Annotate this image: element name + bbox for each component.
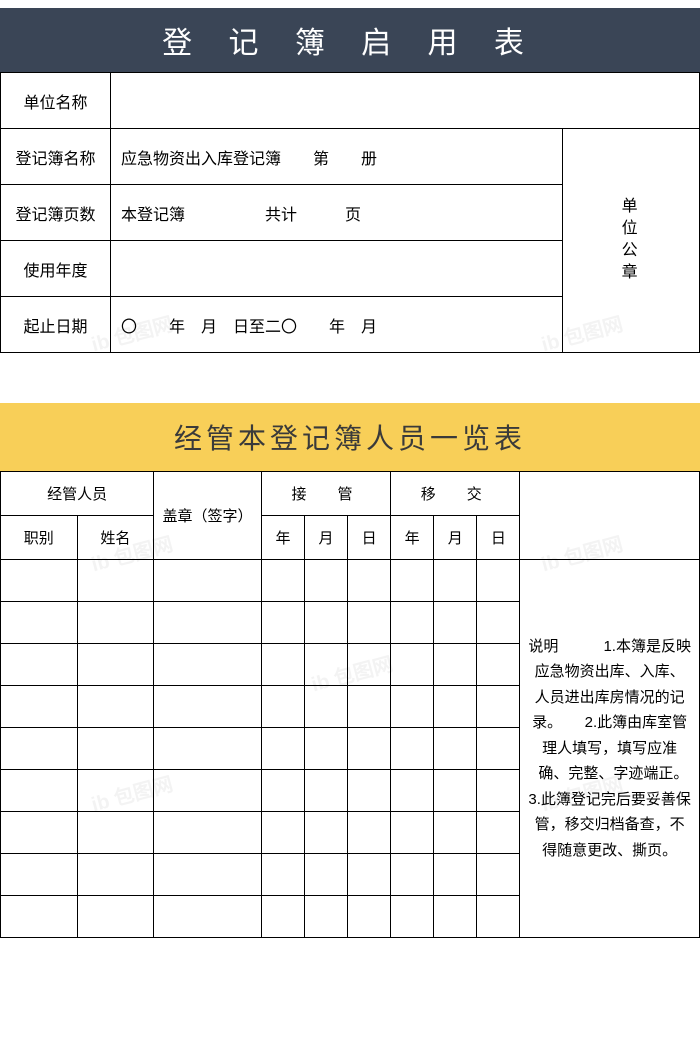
th-t-day: 日 bbox=[348, 516, 391, 560]
staff-table: 经管人员 盖章（签字） 接 管 移 交 职别 姓名 年 月 日 年 月 日 说明… bbox=[0, 471, 700, 938]
notes-label: 说明 bbox=[528, 638, 558, 655]
label-date-range: 起止日期 bbox=[1, 297, 111, 353]
register-open-table: 单位名称 登记簿名称 应急物资出入库登记簿 第 册 单位公章 登记簿页数 本登记… bbox=[0, 72, 700, 353]
th-seal: 盖章（签字） bbox=[154, 472, 262, 560]
th-h-year: 年 bbox=[391, 516, 434, 560]
label-unit-name: 单位名称 bbox=[1, 73, 111, 129]
seal-cell: 单位公章 bbox=[562, 129, 699, 353]
label-page-count: 登记簿页数 bbox=[1, 185, 111, 241]
value-register-name: 应急物资出入库登记簿 第 册 bbox=[111, 129, 563, 185]
register-header: 登 记 簿 启 用 表 bbox=[0, 8, 700, 72]
value-page-count: 本登记簿 共计 页 bbox=[111, 185, 563, 241]
th-handover: 移 交 bbox=[391, 472, 520, 516]
seal-label: 单位公章 bbox=[569, 197, 639, 285]
th-h-day: 日 bbox=[477, 516, 520, 560]
th-takeover: 接 管 bbox=[261, 472, 390, 516]
notes-text: 1.本簿是反映应急物资出库、入库、人员进出库房情况的记录。 2.此簿由库室管理人… bbox=[528, 638, 696, 859]
th-role: 职别 bbox=[1, 516, 78, 560]
value-unit-name bbox=[111, 73, 700, 129]
notes-cell: 说明 1.本簿是反映应急物资出库、入库、人员进出库房情况的记录。 2.此簿由库室… bbox=[520, 560, 700, 938]
register-title: 登 记 簿 启 用 表 bbox=[162, 27, 538, 60]
label-register-name: 登记簿名称 bbox=[1, 129, 111, 185]
th-notes-empty bbox=[520, 472, 700, 560]
th-name: 姓名 bbox=[77, 516, 154, 560]
table-row: 说明 1.本簿是反映应急物资出库、入库、人员进出库房情况的记录。 2.此簿由库室… bbox=[1, 560, 700, 602]
value-date-range: 〇 年 月 日至二〇 年 月 bbox=[111, 297, 563, 353]
staff-header: 经管本登记簿人员一览表 bbox=[0, 403, 700, 471]
th-t-year: 年 bbox=[261, 516, 304, 560]
value-year bbox=[111, 241, 563, 297]
th-h-month: 月 bbox=[434, 516, 477, 560]
th-manager: 经管人员 bbox=[1, 472, 154, 516]
th-t-month: 月 bbox=[304, 516, 347, 560]
staff-title: 经管本登记簿人员一览表 bbox=[174, 423, 526, 454]
label-year: 使用年度 bbox=[1, 241, 111, 297]
